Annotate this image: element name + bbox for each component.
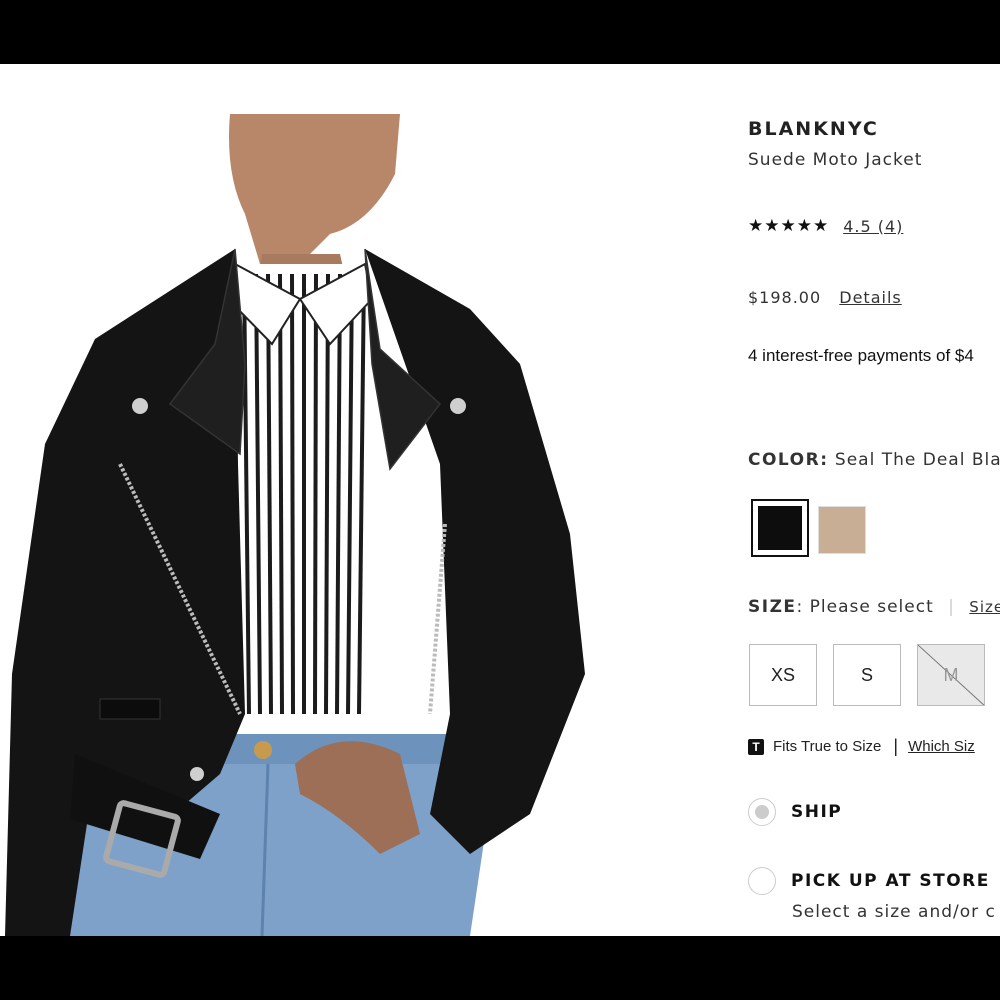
size-label: SIZE	[748, 597, 797, 617]
installments-text: 4 interest-free payments of $4	[748, 346, 974, 365]
star-rating-icon: ★★★★★	[748, 216, 830, 235]
price: $198.00	[748, 288, 822, 307]
size-guide-link[interactable]: Size	[969, 598, 1000, 616]
product-photo-illustration	[0, 114, 600, 936]
true-fit-icon: T	[748, 738, 764, 755]
pickup-subtext: Select a size and/or c	[792, 902, 996, 922]
rating-summary: ★★★★★ 4.5 (4)	[748, 216, 903, 236]
color-row: COLOR: Seal The Deal Bla	[748, 450, 1000, 470]
color-swatch-black[interactable]	[751, 499, 809, 557]
size-row: SIZE: Please select | Size	[748, 597, 1000, 617]
product-title: Suede Moto Jacket	[748, 150, 923, 170]
fit-separator: |	[893, 736, 899, 756]
reviews-link[interactable]: 4.5 (4)	[843, 217, 903, 236]
selected-color-name: Seal The Deal Bla	[834, 450, 1000, 470]
pickup-label: PICK UP AT STORE	[791, 871, 990, 891]
size-option-s[interactable]: S	[833, 644, 901, 706]
price-row: $198.00 Details	[748, 288, 902, 307]
which-size-link[interactable]: Which Siz	[908, 738, 975, 755]
radio-selected-dot	[755, 805, 769, 819]
product-page: BLANKNYC Suede Moto Jacket ★★★★★ 4.5 (4)…	[0, 64, 1000, 936]
product-image[interactable]	[0, 114, 600, 936]
size-option-m[interactable]: M	[917, 644, 985, 706]
size-prompt: Please select	[809, 597, 934, 617]
price-details-link[interactable]: Details	[839, 288, 901, 307]
pickup-radio[interactable]	[748, 867, 776, 895]
swatch-black-fill	[758, 506, 802, 550]
fit-info-row: T Fits True to Size | Which Siz	[748, 736, 975, 757]
brand-name[interactable]: BLANKNYC	[748, 118, 879, 140]
color-label: COLOR:	[748, 450, 829, 470]
fit-text: Fits True to Size	[773, 738, 882, 755]
size-label-colon: :	[796, 597, 804, 617]
size-option-m-label: M	[943, 664, 959, 685]
color-swatch-tan[interactable]	[818, 506, 866, 554]
size-option-xs[interactable]: XS	[749, 644, 817, 706]
size-separator: |	[948, 597, 955, 617]
product-info-panel: BLANKNYC Suede Moto Jacket ★★★★★ 4.5 (4)…	[748, 64, 1000, 936]
letterbox-top	[0, 0, 1000, 64]
letterbox-bottom	[0, 936, 1000, 1000]
ship-option[interactable]: SHIP	[748, 798, 842, 826]
pickup-option[interactable]: PICK UP AT STORE	[748, 867, 990, 895]
ship-radio[interactable]	[748, 798, 776, 826]
ship-label: SHIP	[791, 802, 843, 822]
